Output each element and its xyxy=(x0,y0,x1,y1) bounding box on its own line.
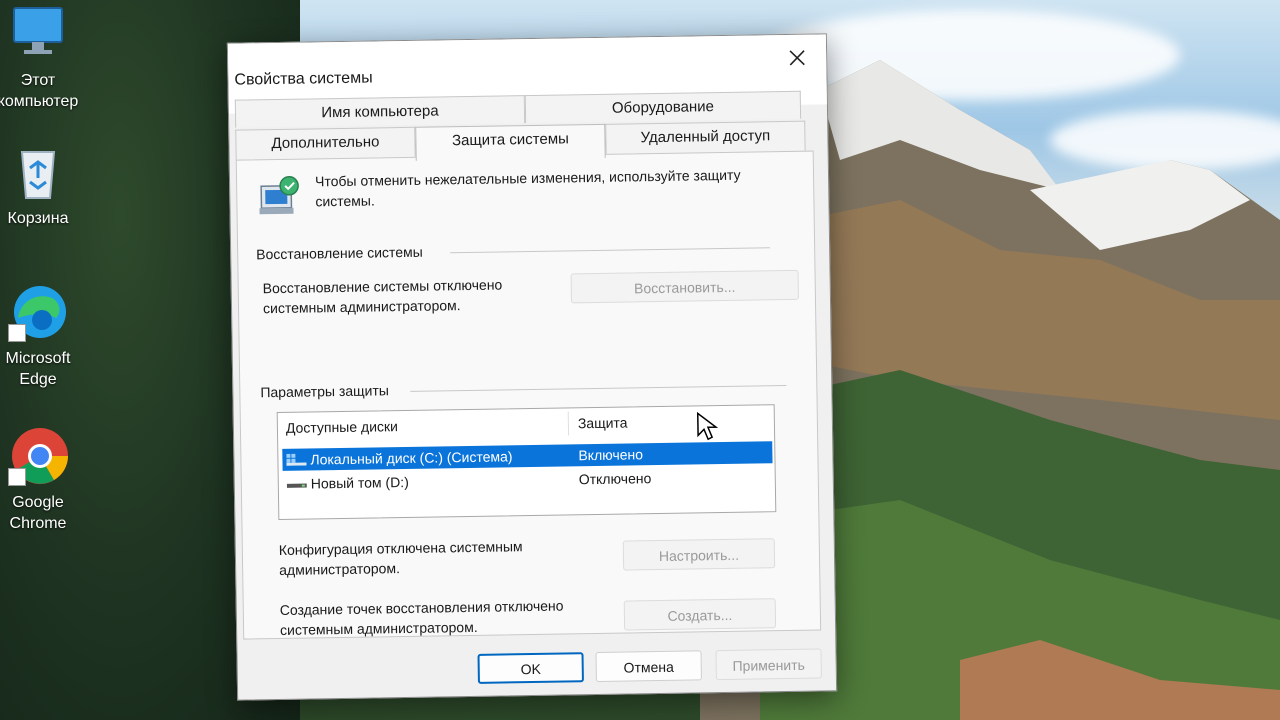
apply-button[interactable]: Применить xyxy=(715,648,822,681)
system-protection-panel: Чтобы отменить нежелательные изменения, … xyxy=(235,150,822,640)
create-status-text: Создание точек восстановления отключено … xyxy=(279,597,564,638)
desktop-icon-this-pc[interactable]: Этот компьютер xyxy=(0,4,86,112)
intro-text: Чтобы отменить нежелательные изменения, … xyxy=(314,166,741,210)
tab-system-protection[interactable]: Защита системы xyxy=(415,123,606,161)
drive-name: Локальный диск (C:) (Система) xyxy=(310,448,513,468)
edge-icon xyxy=(8,282,68,342)
monitor-icon xyxy=(8,4,68,64)
chrome-icon xyxy=(8,426,68,486)
mouse-cursor-icon xyxy=(696,411,719,441)
ok-button[interactable]: OK xyxy=(477,652,584,684)
config-status-text: Конфигурация отключена системным админис… xyxy=(278,538,523,578)
drive-protection-status: Включено xyxy=(578,446,644,464)
dialog-title: Свойства системы xyxy=(234,69,373,89)
create-button[interactable]: Создать... xyxy=(623,598,777,631)
restore-group-label: Восстановление системы xyxy=(256,243,423,263)
configure-button[interactable]: Настроить... xyxy=(622,538,776,571)
shortcut-arrow-icon xyxy=(8,468,26,486)
recycle-bin-icon xyxy=(8,142,68,202)
close-button[interactable] xyxy=(782,43,812,73)
restore-button[interactable]: Восстановить... xyxy=(570,269,799,304)
system-protection-icon xyxy=(257,174,302,219)
restore-status-text: Восстановление системы отключено системн… xyxy=(262,276,503,317)
shortcut-arrow-icon xyxy=(8,324,26,342)
desktop-icon-recycle-bin[interactable]: Корзина xyxy=(0,142,86,229)
drive-name: Новый том (D:) xyxy=(310,473,409,492)
tab-advanced[interactable]: Дополнительно xyxy=(235,126,416,160)
desktop-icon-edge[interactable]: Microsoft Edge xyxy=(0,282,86,390)
drive-icon xyxy=(286,483,307,488)
column-header-protection[interactable]: Защита xyxy=(570,405,770,438)
system-drive-icon xyxy=(286,453,307,466)
tab-remote-access[interactable]: Удаленный доступ xyxy=(605,120,806,154)
column-header-drives[interactable]: Доступные диски xyxy=(278,408,568,443)
close-icon xyxy=(789,50,805,66)
tab-computer-name[interactable]: Имя компьютера xyxy=(234,95,526,128)
drive-protection-status: Отключено xyxy=(578,470,652,488)
protection-group-label: Параметры защиты xyxy=(260,382,390,401)
protection-group-divider xyxy=(410,385,787,392)
restore-group-divider xyxy=(450,247,771,254)
system-properties-dialog: Свойства системы Имя компьютера Оборудов… xyxy=(226,33,838,701)
tab-hardware[interactable]: Оборудование xyxy=(524,90,802,124)
cancel-button[interactable]: Отмена xyxy=(595,650,702,683)
desktop-icon-chrome[interactable]: Google Chrome xyxy=(0,426,86,534)
